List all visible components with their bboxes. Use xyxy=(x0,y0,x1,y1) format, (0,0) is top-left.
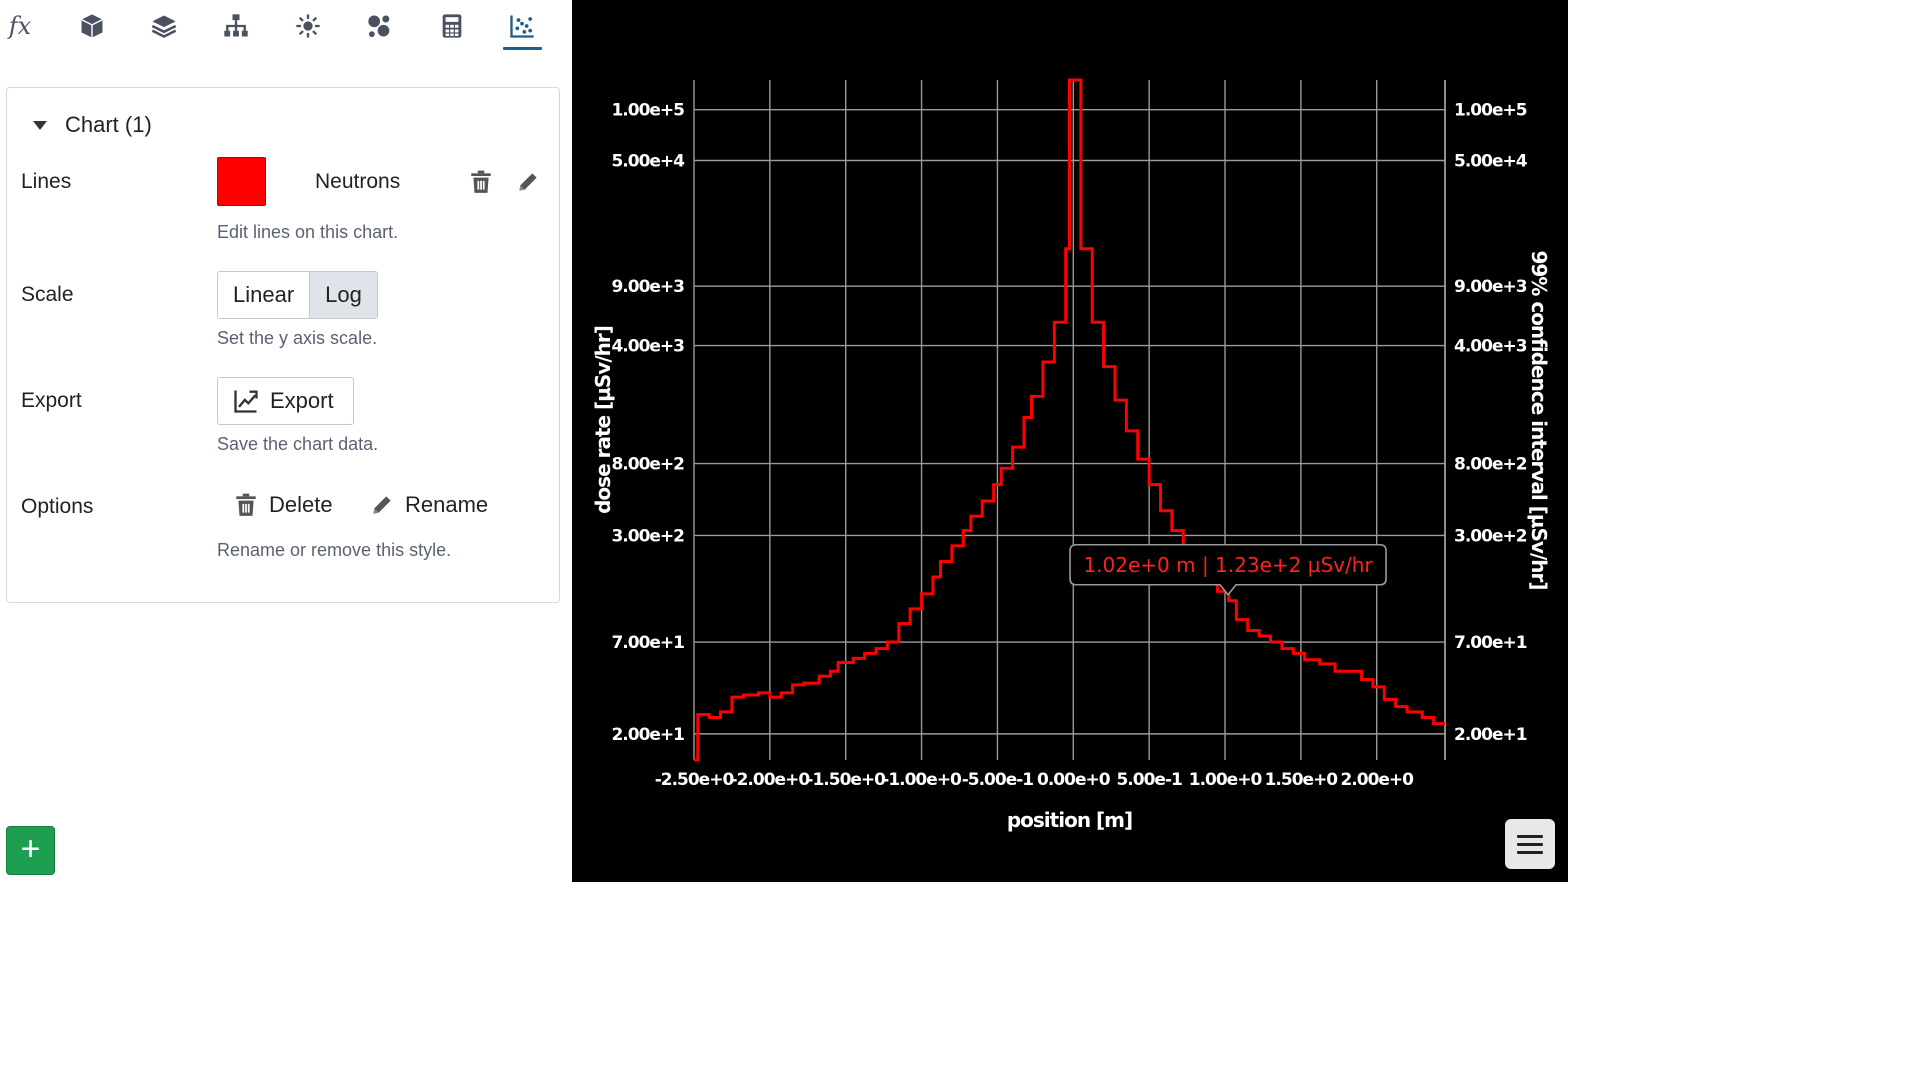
options-help: Rename or remove this style. xyxy=(217,540,452,560)
hamburger-line xyxy=(1517,842,1543,846)
y-tick-label-right: 7.00e+1 xyxy=(1454,633,1527,653)
trash-icon[interactable] xyxy=(466,167,496,197)
x-tick-label: -5.00e-1 xyxy=(962,770,1034,790)
hamburger-line xyxy=(1517,850,1543,854)
x-tick-label: 2.00e+0 xyxy=(1340,770,1414,790)
line-name: Neutrons xyxy=(315,170,401,193)
caret-down-icon[interactable] xyxy=(33,120,47,130)
toolbar: fx xyxy=(0,0,572,56)
x-tick-label: 1.50e+0 xyxy=(1265,770,1339,790)
hamburger-line xyxy=(1517,834,1543,838)
cube-icon[interactable] xyxy=(72,6,112,46)
series-line-neutrons xyxy=(694,78,1445,762)
dose-chart[interactable]: -2.50e+0-2.00e+0-1.50e+0-1.00e+0 -5.00e-1… xyxy=(572,0,1568,882)
y-tick-label-right: 8.00e+2 xyxy=(1454,455,1527,475)
card-title: Chart (1) xyxy=(65,112,152,137)
y-tick-label-right: 3.00e+2 xyxy=(1454,526,1527,546)
x-tick-label: -1.00e+0 xyxy=(882,770,962,790)
delete-label: Delete xyxy=(269,492,333,517)
add-button[interactable]: + xyxy=(6,826,55,875)
trash-icon xyxy=(236,493,256,516)
y-tick-label-right: 2.00e+1 xyxy=(1454,725,1527,745)
menu-button[interactable] xyxy=(1505,819,1555,869)
x-tick-label: 0.00e+0 xyxy=(1037,770,1111,790)
rename-label: Rename xyxy=(405,492,489,517)
y-tick-label-left: 4.00e+3 xyxy=(611,337,684,357)
export-help: Save the chart data. xyxy=(217,434,379,454)
scale-log-option[interactable]: Log xyxy=(309,272,377,318)
delete-button[interactable]: Delete xyxy=(233,492,333,518)
y-tick-label-right: 4.00e+3 xyxy=(1454,337,1527,357)
chart-settings-card: Chart (1) Lines Neutrons Edit lines on t… xyxy=(6,87,560,603)
y-tick-label-left: 9.00e+3 xyxy=(611,277,684,297)
scatter-chart-icon[interactable] xyxy=(502,6,542,50)
scale-toggle: Linear Log xyxy=(217,271,378,319)
x-axis-title: position [m] xyxy=(1007,808,1132,832)
y-tick-label-right: 9.00e+3 xyxy=(1454,277,1527,297)
options-label: Options xyxy=(21,495,94,518)
export-chart-icon xyxy=(234,390,258,413)
x-tick-label: 5.00e-1 xyxy=(1116,770,1182,790)
side-panel: fx Chart (1) Lines Neutrons Edit lines o… xyxy=(0,0,572,882)
y-tick-label-left: 3.00e+2 xyxy=(611,526,684,546)
calculator-icon[interactable] xyxy=(432,6,472,46)
y-axis-title: dose rate [µSv/hr] xyxy=(591,326,615,514)
scale-help: Set the y axis scale. xyxy=(217,328,378,348)
scale-label: Scale xyxy=(21,283,74,306)
scale-linear-option[interactable]: Linear xyxy=(218,272,309,318)
radiation-source-icon[interactable] xyxy=(288,6,328,46)
hierarchy-icon[interactable] xyxy=(216,6,256,46)
rename-button[interactable]: Rename xyxy=(369,492,488,518)
y-tick-label-left: 1.00e+5 xyxy=(611,101,684,121)
tooltip-text: 1.02e+0 m | 1.23e+2 µSv/hr xyxy=(1083,553,1373,577)
pencil-icon xyxy=(373,496,391,514)
y-tick-label-left: 8.00e+2 xyxy=(611,455,684,475)
pencil-icon[interactable] xyxy=(513,167,543,197)
function-icon[interactable]: fx xyxy=(0,6,40,46)
y-tick-label-left: 5.00e+4 xyxy=(611,152,685,172)
lines-label: Lines xyxy=(21,170,72,193)
x-tick-label: -2.50e+0 xyxy=(655,770,735,790)
y-tick-label-right: 5.00e+4 xyxy=(1454,152,1528,172)
chart-area: -2.50e+0 -2.00e+0 -1.50e+0 -1.00e+0 -5.00e-1… xyxy=(572,0,1568,882)
x-tick-label: -2.00e+0 xyxy=(731,770,811,790)
x-tick-label: -1.50e+0 xyxy=(806,770,886,790)
y2-axis-title: 99% confidence interval [µSv/hr] xyxy=(1527,250,1551,589)
export-label: Export xyxy=(21,389,82,412)
y-tick-label-left: 2.00e+1 xyxy=(611,725,684,745)
function-glyph: fx xyxy=(8,12,32,40)
y-tick-label-right: 1.00e+5 xyxy=(1454,101,1527,121)
layers-icon[interactable] xyxy=(144,6,184,46)
x-tick-label: 1.00e+0 xyxy=(1189,770,1263,790)
export-button[interactable]: Export xyxy=(217,377,354,425)
molecule-icon[interactable] xyxy=(360,6,400,46)
line-color-swatch[interactable] xyxy=(217,157,266,206)
export-button-label: Export xyxy=(270,388,334,413)
card-header[interactable]: Chart (1) xyxy=(33,112,152,138)
lines-help: Edit lines on this chart. xyxy=(217,222,399,242)
y-tick-label-left: 7.00e+1 xyxy=(611,633,684,653)
